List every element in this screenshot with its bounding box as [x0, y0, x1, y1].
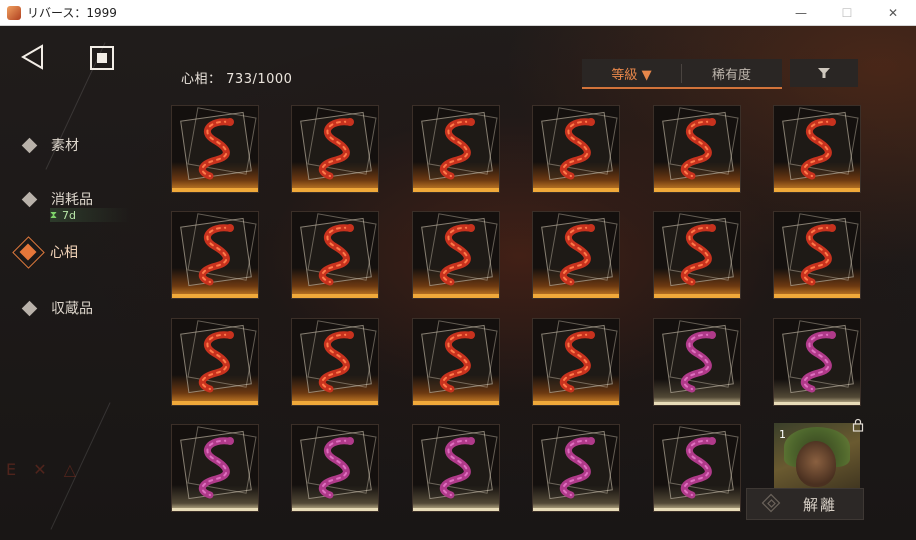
- psychube-card[interactable]: [172, 425, 258, 511]
- snake-artwork-icon: [198, 437, 234, 499]
- app-icon: [7, 5, 21, 20]
- sidebar-item-label: 心相: [50, 245, 78, 261]
- minimize-button[interactable]: —: [778, 0, 824, 25]
- snake-artwork-icon: [439, 437, 475, 499]
- snake-artwork-icon: [439, 224, 475, 286]
- sort-tabs: 等級 ▼ 稀有度: [582, 59, 782, 89]
- snake-artwork-icon: [680, 437, 716, 499]
- psychube-card[interactable]: [774, 212, 860, 298]
- tab-sort-level[interactable]: 等級 ▼: [582, 64, 681, 83]
- snake-artwork-icon: [439, 118, 475, 180]
- hourglass-icon: ⧗: [50, 209, 58, 221]
- psychube-card[interactable]: [654, 425, 740, 511]
- psychube-card[interactable]: [292, 106, 378, 192]
- maximize-button[interactable]: ☐: [824, 0, 870, 25]
- snake-artwork-icon: [680, 331, 716, 393]
- filter-button[interactable]: [790, 59, 858, 87]
- psychube-card[interactable]: [292, 319, 378, 405]
- snake-artwork-icon: [198, 224, 234, 286]
- snake-artwork-icon: [318, 224, 354, 286]
- window-titlebar: リバース：1999 — ☐ ✕: [0, 0, 916, 26]
- count-label: 心相：: [181, 72, 222, 87]
- snake-artwork-icon: [559, 331, 595, 393]
- snake-artwork-icon: [559, 437, 595, 499]
- close-button[interactable]: ✕: [870, 0, 916, 25]
- timer-value: 7d: [62, 208, 77, 222]
- active-diamond-icon: [12, 236, 45, 269]
- sidebar-item-label: 消耗品: [51, 192, 93, 208]
- diamond-icon: [21, 137, 38, 153]
- psychube-card[interactable]: [774, 319, 860, 405]
- detach-diamond-icon: [761, 493, 781, 513]
- decor-symbols: E ✕ △: [6, 460, 82, 479]
- character-level: 1: [779, 428, 786, 441]
- psychube-card[interactable]: [292, 425, 378, 511]
- tab-label: 稀有度: [711, 67, 751, 83]
- sidebar-item-materials[interactable]: 素材: [21, 133, 79, 157]
- sidebar-item-label: 収蔵品: [51, 301, 93, 317]
- snake-artwork-icon: [680, 224, 716, 286]
- psychube-card[interactable]: [413, 425, 499, 511]
- psychube-card[interactable]: [172, 106, 258, 192]
- psychube-card[interactable]: [654, 212, 740, 298]
- game-screen: 素材 消耗品 ⧗ 7d 心相 収蔵品 E ✕ △ 心相： 733/1000 等級…: [0, 26, 916, 540]
- psychube-card[interactable]: [533, 425, 619, 511]
- snake-artwork-icon: [318, 437, 354, 499]
- snake-artwork-icon: [198, 331, 234, 393]
- sort-desc-icon: ▼: [641, 67, 652, 83]
- psychube-card[interactable]: [654, 319, 740, 405]
- psychube-card[interactable]: [774, 106, 860, 192]
- snake-artwork-icon: [318, 331, 354, 393]
- snake-artwork-icon: [800, 224, 836, 286]
- psychube-card[interactable]: [533, 319, 619, 405]
- snake-artwork-icon: [439, 331, 475, 393]
- filter-funnel-icon: [818, 68, 830, 78]
- psychube-card[interactable]: [292, 212, 378, 298]
- snake-artwork-icon: [318, 118, 354, 180]
- consumable-timer: ⧗ 7d: [50, 208, 130, 222]
- tab-label: 等級: [611, 67, 638, 83]
- home-square-icon[interactable]: [90, 46, 114, 70]
- back-triangle-icon[interactable]: [20, 44, 46, 70]
- psychube-card[interactable]: [533, 106, 619, 192]
- lock-icon[interactable]: [852, 418, 864, 432]
- snake-artwork-icon: [198, 118, 234, 180]
- tab-sort-rarity[interactable]: 稀有度: [681, 63, 781, 83]
- psychube-card[interactable]: [172, 319, 258, 405]
- snake-artwork-icon: [800, 331, 836, 393]
- psychube-card[interactable]: [413, 212, 499, 298]
- sidebar-item-psychube[interactable]: 心相: [12, 236, 78, 269]
- inventory-count: 心相： 733/1000: [181, 68, 292, 87]
- count-value: 733/1000: [226, 72, 293, 87]
- window-title: リバース：1999: [27, 6, 117, 20]
- snake-artwork-icon: [680, 118, 716, 180]
- snake-artwork-icon: [559, 224, 595, 286]
- snake-artwork-icon: [800, 118, 836, 180]
- psychube-card[interactable]: [533, 212, 619, 298]
- diamond-icon: [21, 191, 38, 207]
- character-face: [796, 441, 836, 487]
- psychube-card[interactable]: [172, 212, 258, 298]
- psychube-card[interactable]: [413, 319, 499, 405]
- sidebar-item-label: 素材: [51, 138, 79, 154]
- diamond-icon: [21, 300, 38, 316]
- detach-button[interactable]: 解離: [746, 488, 864, 520]
- psychube-card[interactable]: [413, 106, 499, 192]
- snake-artwork-icon: [559, 118, 595, 180]
- psychube-card[interactable]: [654, 106, 740, 192]
- sidebar-item-collection[interactable]: 収蔵品: [21, 296, 93, 320]
- detach-label: 解離: [803, 495, 838, 514]
